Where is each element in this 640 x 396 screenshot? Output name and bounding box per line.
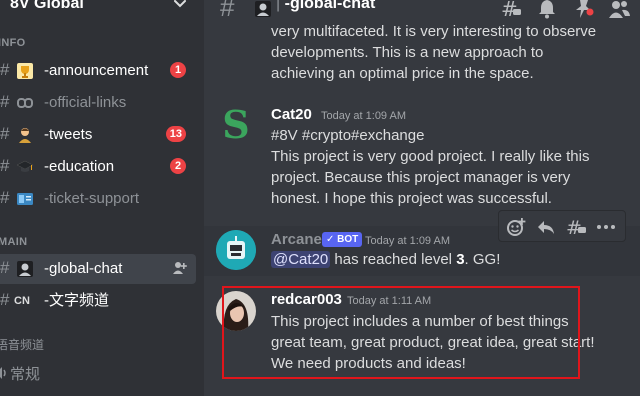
hash-icon: # (220, 0, 235, 22)
sidebar-item-cn-text[interactable]: # CN -文字频道 (0, 286, 196, 316)
add-reaction-icon[interactable] (505, 216, 527, 238)
robot-icon (216, 230, 256, 270)
category-voice[interactable]: 语音频道 (0, 336, 44, 353)
user-mention[interactable]: @Cat20 (271, 251, 331, 268)
category-main[interactable]: MAIN (0, 236, 27, 248)
sidebar-item-label: -announcement (44, 62, 149, 79)
pin-icon[interactable] (572, 0, 594, 20)
threads-icon[interactable]: # (500, 0, 522, 20)
highlight-annotation-box (222, 286, 580, 379)
grad-cap-icon (16, 160, 34, 172)
category-info[interactable]: INFO (0, 37, 25, 49)
avatar-letter: S (222, 105, 250, 145)
sidebar-item-tweets[interactable]: # -tweets 13 (0, 120, 196, 150)
cn-tag: CN (14, 295, 30, 307)
sidebar-item-label: -tweets (44, 126, 93, 143)
hash-icon: # (0, 60, 10, 79)
sidebar-item-label: -global-chat (44, 260, 123, 277)
bell-icon[interactable] (536, 0, 558, 20)
sidebar-item-voice-general[interactable]: 常规 (0, 360, 196, 388)
channel-sidebar: 8V Global INFO # -announcement 1 # -offi… (0, 0, 204, 396)
trophy-icon (17, 63, 33, 79)
channel-header: # | -global-chat # (204, 0, 640, 24)
message-line: honest. I hope this project was successf… (271, 190, 552, 207)
hash-icon: # (0, 290, 10, 309)
member-list-icon[interactable] (608, 0, 630, 20)
message-timestamp: Today at 1:09 AM (365, 235, 450, 247)
mention-badge: 1 (170, 62, 186, 78)
sidebar-item-announcement[interactable]: # -announcement 1 (0, 56, 196, 86)
add-member-icon[interactable] (172, 260, 188, 276)
message-line: very multifaceted. It is very interestin… (271, 23, 597, 40)
bot-badge: ✓ BOT (322, 232, 363, 247)
man-icon (19, 128, 31, 143)
chevron-down-icon[interactable] (172, 0, 188, 12)
sidebar-item-label: -ticket-support (44, 190, 140, 207)
server-name: 8V Global (10, 0, 84, 12)
message-timestamp: Today at 1:09 AM (321, 110, 406, 122)
message-line: #8V #crypto#exchange (271, 127, 425, 144)
chat-area: # | -global-chat # very multifaceted. It… (204, 0, 640, 396)
sidebar-item-label: -文字频道 (44, 292, 109, 309)
message-line: @Cat20 has reached level 3. GG! (271, 251, 501, 268)
globe-icon (17, 261, 33, 277)
message-author[interactable]: Cat20 (271, 106, 312, 123)
create-thread-icon[interactable]: # (565, 216, 587, 238)
mention-badge: 13 (165, 126, 186, 142)
reply-icon[interactable] (535, 216, 557, 238)
level-value: 3 (456, 251, 465, 268)
avatar[interactable] (216, 230, 256, 270)
sidebar-item-label: -official-links (44, 94, 127, 111)
message-line: project. Because this project manager is… (271, 169, 571, 186)
message-author[interactable]: Arcane (271, 231, 322, 248)
sidebar-item-ticket-support[interactable]: # -ticket-support (0, 184, 196, 214)
message-toolbar: # (498, 210, 626, 242)
hash-icon: # (0, 92, 10, 111)
hash-icon: # (0, 258, 10, 277)
sidebar-item-label: 常规 (10, 366, 41, 383)
page-title: | -global-chat (276, 0, 376, 12)
more-options-icon[interactable] (595, 216, 617, 238)
hash-icon: # (0, 124, 10, 143)
sidebar-item-official-links[interactable]: # -official-links (0, 88, 196, 118)
avatar[interactable]: S (216, 105, 256, 145)
hash-icon: # (0, 156, 10, 175)
speaker-icon (0, 367, 6, 379)
hash-icon: # (0, 188, 10, 207)
ticket-icon (17, 193, 33, 205)
mention-badge: 2 (170, 158, 186, 174)
message-line: developments. This is a new approach to (271, 44, 544, 61)
globe-icon (255, 1, 271, 17)
link-icon (17, 98, 33, 108)
server-header[interactable]: 8V Global (0, 0, 204, 22)
sidebar-item-education[interactable]: # -education 2 (0, 152, 196, 182)
sidebar-item-label: -education (44, 158, 115, 175)
message-line: achieving an optimal price in the space. (271, 65, 534, 82)
message-line: This project is very good project. I rea… (271, 148, 590, 165)
sidebar-item-global-chat[interactable]: # -global-chat (0, 254, 196, 284)
